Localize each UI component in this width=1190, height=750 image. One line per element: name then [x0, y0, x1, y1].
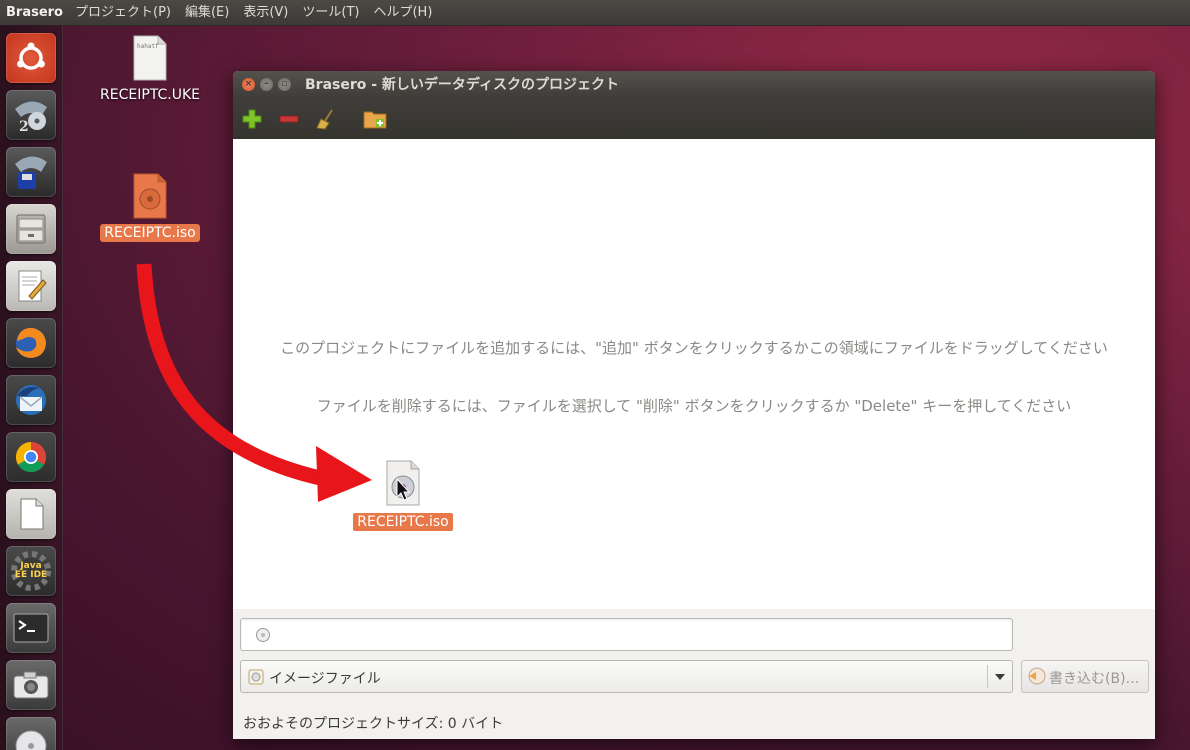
svg-text:2: 2 [19, 119, 29, 135]
target-select[interactable]: イメージファイル [240, 660, 1013, 693]
libreoffice-icon[interactable] [6, 489, 56, 539]
new-folder-button[interactable] [361, 105, 389, 133]
menu-bar: プロジェクト(P) 編集(E) 表示(V) ツール(T) ヘルプ(H) [68, 0, 439, 25]
brasero-save-icon[interactable] [6, 147, 56, 197]
menu-help[interactable]: ヘルプ(H) [366, 0, 439, 25]
disc-icon [256, 628, 270, 642]
disc-image-file-icon [386, 460, 420, 506]
delete-hint: ファイルを削除するには、ファイルを選択して "削除" ボタンをクリックするか "… [316, 397, 1072, 415]
ubuntu-dash-icon[interactable] [6, 33, 56, 83]
desktop-file-uke[interactable]: hahatf RECEIPTC.UKE [96, 34, 204, 104]
disc-icon[interactable] [6, 717, 56, 750]
text-file-icon: hahatf [133, 35, 167, 81]
brasero-disc-icon[interactable]: 2 [6, 90, 56, 140]
top-menubar: Brasero プロジェクト(P) 編集(E) 表示(V) ツール(T) ヘルプ… [0, 0, 1190, 26]
thunderbird-icon[interactable] [6, 375, 56, 425]
desktop-file-uke-label: RECEIPTC.UKE [100, 87, 200, 103]
clear-button[interactable] [312, 105, 340, 133]
image-file-icon [248, 669, 264, 685]
menu-project[interactable]: プロジェクト(P) [68, 0, 178, 25]
project-size-status: おおよそのプロジェクトサイズ: 0 バイト [243, 716, 504, 732]
add-hint: このプロジェクトにファイルを追加するには、"追加" ボタンをクリックするかこの領… [280, 339, 1108, 357]
project-drop-area[interactable]: このプロジェクトにファイルを追加するには、"追加" ボタンをクリックするかこの領… [233, 139, 1155, 610]
window-title: Brasero - 新しいデータディスクのプロジェクト [305, 77, 619, 93]
firefox-icon[interactable] [6, 318, 56, 368]
launcher: 2 Java EE IDE [0, 25, 63, 750]
plus-icon [242, 109, 262, 129]
dragged-file: RECEIPTC.iso [351, 459, 455, 531]
disc-image-file-icon [133, 173, 167, 219]
minimize-icon[interactable]: – [260, 78, 273, 91]
brasero-window: × – ▫ Brasero - 新しいデータディスクのプロジェクト このプロジェ… [233, 71, 1155, 739]
text-editor-icon[interactable] [6, 261, 56, 311]
minus-icon [279, 115, 299, 123]
camera-icon[interactable] [6, 660, 56, 710]
new-folder-icon [363, 111, 387, 129]
dragged-file-label: RECEIPTC.iso [353, 513, 453, 531]
desktop-file-iso-label: RECEIPTC.iso [100, 224, 200, 242]
chrome-icon[interactable] [6, 432, 56, 482]
menu-tools[interactable]: ツール(T) [295, 0, 366, 25]
svg-text:hahatf: hahatf [137, 43, 159, 50]
file-manager-icon[interactable] [6, 204, 56, 254]
menu-edit[interactable]: 編集(E) [178, 0, 236, 25]
java-ee-ide-icon[interactable]: Java EE IDE [6, 546, 56, 596]
desktop-file-iso[interactable]: RECEIPTC.iso [96, 172, 204, 242]
java-ee-ide-label: Java EE IDE [14, 561, 48, 580]
add-button[interactable] [238, 105, 266, 133]
burn-button-label: 書き込む(B)… [1049, 671, 1140, 687]
toolbar [233, 99, 1155, 139]
menu-view[interactable]: 表示(V) [236, 0, 295, 25]
burn-button[interactable]: 書き込む(B)… [1021, 660, 1149, 693]
close-icon[interactable]: × [242, 78, 255, 91]
target-select-value: イメージファイル [269, 671, 381, 687]
window-titlebar[interactable]: × – ▫ Brasero - 新しいデータディスクのプロジェクト [233, 71, 1155, 99]
broom-icon [316, 109, 333, 130]
app-name: Brasero [6, 5, 63, 20]
maximize-icon[interactable]: ▫ [278, 78, 291, 91]
remove-button[interactable] [275, 105, 303, 133]
bottom-panel: イメージファイル 書き込む(B)… おおよそのプロジェクトサイズ: 0 バイト [233, 609, 1155, 739]
terminal-icon[interactable] [6, 603, 56, 653]
disc-name-field[interactable] [240, 618, 1013, 651]
chevron-down-icon [987, 665, 1012, 688]
burn-disc-icon [1028, 667, 1046, 685]
